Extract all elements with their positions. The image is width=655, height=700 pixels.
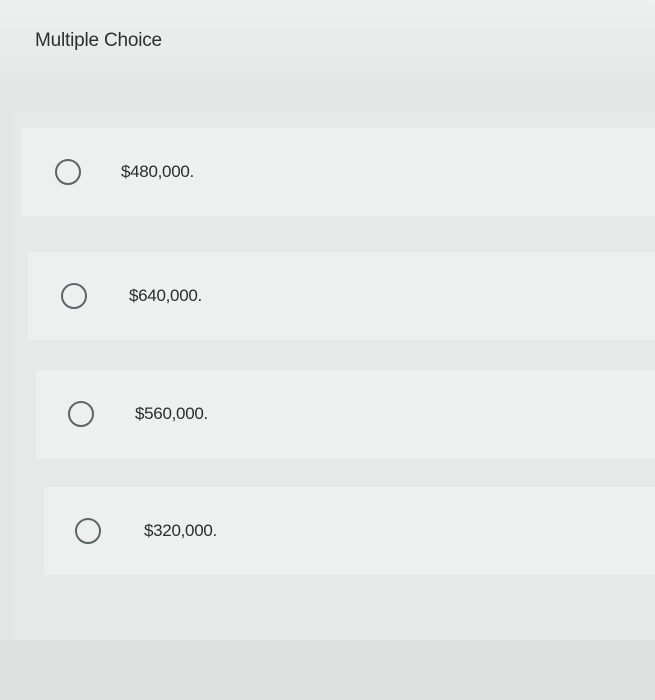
bottom-band: [0, 640, 655, 700]
option-2[interactable]: $640,000.: [28, 252, 655, 340]
radio-unselected-icon[interactable]: [75, 518, 101, 544]
radio-unselected-icon[interactable]: [55, 159, 81, 185]
radio-unselected-icon[interactable]: [61, 283, 87, 309]
option-1[interactable]: $480,000.: [22, 128, 655, 216]
question-panel: Multiple Choice $480,000. $640,000. $560…: [0, 0, 655, 700]
option-label: $320,000.: [144, 521, 217, 540]
option-4[interactable]: $320,000.: [44, 487, 655, 575]
radio-unselected-icon[interactable]: [68, 401, 94, 427]
option-3[interactable]: $560,000.: [36, 370, 655, 458]
option-label: $560,000.: [135, 404, 208, 423]
option-label: $640,000.: [129, 286, 202, 305]
option-label: $480,000.: [121, 162, 194, 181]
question-title: Multiple Choice: [35, 30, 162, 51]
